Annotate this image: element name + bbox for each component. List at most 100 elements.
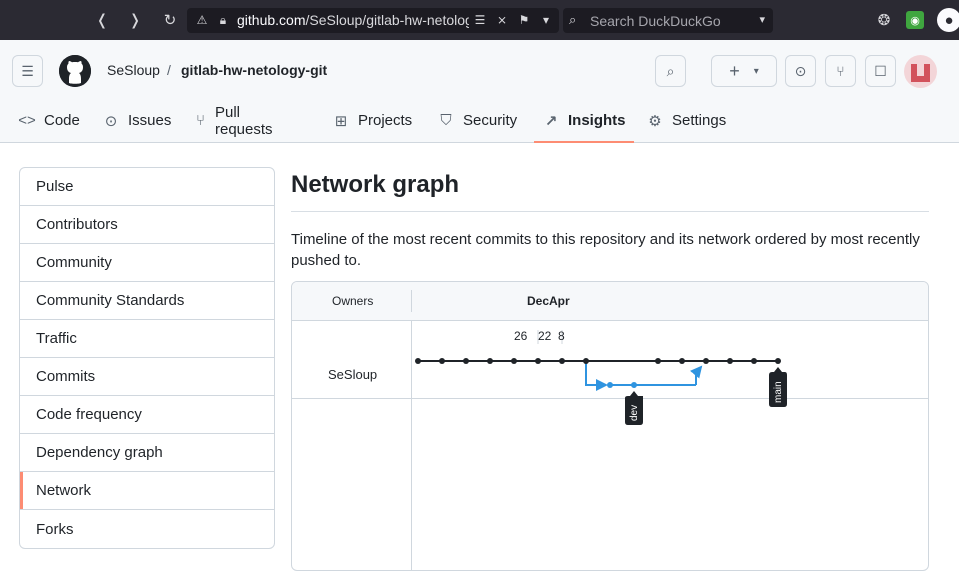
pull-requests-button[interactable]: ⑂ xyxy=(825,55,856,87)
hamburger-icon: ☰ xyxy=(21,62,34,79)
avatar[interactable] xyxy=(904,55,937,88)
issues-button[interactable]: ⊙ xyxy=(785,55,816,87)
branch-label-dev[interactable]: dev xyxy=(625,391,643,425)
commit-dot[interactable] xyxy=(439,358,445,364)
account-icon[interactable]: ● xyxy=(937,8,959,32)
url-text[interactable]: github.com/SeSloup/gitlab-hw-netology xyxy=(237,12,469,28)
commit-dot[interactable] xyxy=(487,358,493,364)
forward-icon[interactable]: ❭ xyxy=(124,9,146,31)
back-icon[interactable]: ❬ xyxy=(91,9,113,31)
commit-dot[interactable] xyxy=(583,358,589,364)
breadcrumb-repo[interactable]: gitlab-hw-netology-git xyxy=(181,62,327,78)
pull-request-icon: ⑂ xyxy=(195,112,205,129)
commit-dot[interactable] xyxy=(703,358,709,364)
code-icon: <> xyxy=(18,112,36,129)
active-tab-indicator xyxy=(534,141,634,143)
extension-icon[interactable]: ❂ xyxy=(873,9,895,31)
commit-dot[interactable] xyxy=(727,358,733,364)
inbox-button[interactable]: ☐ xyxy=(865,55,896,87)
commit-dot[interactable] xyxy=(463,358,469,364)
sidebar-item-label: Network xyxy=(36,482,92,499)
shield-icon: ⛉ xyxy=(440,112,452,129)
dev-branch-out xyxy=(585,361,608,391)
search-placeholder: Search DuckDuckGo xyxy=(590,13,721,29)
sidebar-item-label: Traffic xyxy=(36,330,77,347)
page-description: Timeline of the most recent commits to t… xyxy=(291,231,920,269)
sidebar-item-network[interactable]: Network xyxy=(20,472,274,510)
branch-label-main[interactable]: main xyxy=(769,367,787,407)
pull-request-icon: ⑂ xyxy=(836,63,845,79)
commit-dot[interactable] xyxy=(511,358,517,364)
url-host: github.com xyxy=(237,12,306,28)
sidebar-item-community[interactable]: Community xyxy=(20,244,274,282)
menu-button[interactable]: ☰ xyxy=(12,55,43,87)
day-label: 8 xyxy=(558,329,565,343)
tab-pull-requests[interactable]: ⑂ Pull requests xyxy=(194,98,278,143)
branch-name: dev xyxy=(629,405,640,421)
tab-label: Projects xyxy=(358,112,413,129)
tab-label: Pull requests xyxy=(214,103,273,138)
sidebar-item-commits[interactable]: Commits xyxy=(20,358,274,396)
sidebar-item-label: Code frequency xyxy=(36,406,142,423)
search-icon: ⌕ xyxy=(569,12,577,27)
sidebar-item-community-standards[interactable]: Community Standards xyxy=(20,282,274,320)
tab-settings[interactable]: ⚙ Settings xyxy=(646,98,726,143)
dev-branch-merge xyxy=(689,365,703,385)
graph-icon: ↗ xyxy=(544,112,558,130)
lock-icon[interactable]: 🔒︎ xyxy=(214,11,232,29)
reader-view-icon[interactable]: ☰ xyxy=(471,11,489,29)
commit-dot[interactable] xyxy=(655,358,661,364)
tab-projects[interactable]: ⊞ Projects xyxy=(332,98,412,143)
search-bar[interactable]: ⌕ Search DuckDuckGo ▾ xyxy=(563,8,773,33)
sidebar-item-pulse[interactable]: Pulse xyxy=(20,168,274,206)
sidebar-item-code-frequency[interactable]: Code frequency xyxy=(20,396,274,434)
inbox-icon: ☐ xyxy=(874,62,887,79)
network-graph[interactable]: Owners Dec Apr SeSloup 26 22 8 dev main xyxy=(291,281,929,571)
insights-sidebar: Pulse Contributors Community Community S… xyxy=(19,167,275,549)
plus-icon: + xyxy=(729,60,740,81)
github-logo[interactable] xyxy=(59,55,91,87)
tab-label: Insights xyxy=(568,112,626,129)
commit-dot[interactable] xyxy=(631,382,637,388)
sidebar-item-traffic[interactable]: Traffic xyxy=(20,320,274,358)
commit-dot[interactable] xyxy=(415,358,421,364)
commit-dot[interactable] xyxy=(535,358,541,364)
sidebar-item-label: Pulse xyxy=(36,178,74,195)
page-title: Network graph xyxy=(291,171,460,198)
translate-icon[interactable]: ⨯ xyxy=(493,11,511,29)
issue-icon: ⊙ xyxy=(794,62,807,79)
commit-dot[interactable] xyxy=(751,358,757,364)
sidebar-item-label: Dependency graph xyxy=(36,444,163,461)
search-icon: ⌕ xyxy=(666,62,675,79)
branch-name: main xyxy=(773,381,784,403)
search-engine-dropdown-icon[interactable]: ▾ xyxy=(759,13,765,26)
commit-graph: 26 22 8 dev main xyxy=(415,329,787,425)
search-button[interactable]: ⌕ xyxy=(655,55,686,87)
tab-security[interactable]: ⛉ Security xyxy=(437,98,517,143)
commit-dot[interactable] xyxy=(679,358,685,364)
breadcrumb-separator: / xyxy=(167,62,171,78)
address-bar[interactable]: ⚠ 🔒︎ github.com/SeSloup/gitlab-hw-netolo… xyxy=(187,8,559,33)
day-label: 26 xyxy=(514,329,528,343)
sidebar-item-contributors[interactable]: Contributors xyxy=(20,206,274,244)
commit-dot[interactable] xyxy=(559,358,565,364)
reload-icon[interactable]: ↻ xyxy=(159,9,181,31)
breadcrumb-owner[interactable]: SeSloup xyxy=(107,62,160,78)
permissions-icon[interactable]: ⚠ xyxy=(193,11,211,29)
sidebar-item-dependency-graph[interactable]: Dependency graph xyxy=(20,434,274,472)
browser-toolbar: ❬ ❭ ↻ ⚠ 🔒︎ github.com/SeSloup/gitlab-hw-… xyxy=(0,0,959,40)
tab-label: Security xyxy=(463,112,518,129)
url-dropdown-icon[interactable]: ▾ xyxy=(537,11,555,29)
tab-insights[interactable]: ↗ Insights xyxy=(534,98,634,143)
commit-dot[interactable] xyxy=(775,358,781,364)
tab-code[interactable]: <> Code xyxy=(18,98,80,143)
issue-icon: ⊙ xyxy=(104,112,118,130)
sidebar-item-forks[interactable]: Forks xyxy=(20,510,274,548)
title-divider xyxy=(291,211,929,212)
create-new-button[interactable]: + ▾ xyxy=(711,55,777,87)
commit-dot[interactable] xyxy=(607,382,613,388)
extension-2-icon[interactable]: ◉ xyxy=(906,11,924,29)
bookmark-icon[interactable]: ⚑ xyxy=(515,11,533,29)
tab-issues[interactable]: ⊙ Issues xyxy=(102,98,172,143)
sidebar-item-label: Forks xyxy=(36,520,74,538)
